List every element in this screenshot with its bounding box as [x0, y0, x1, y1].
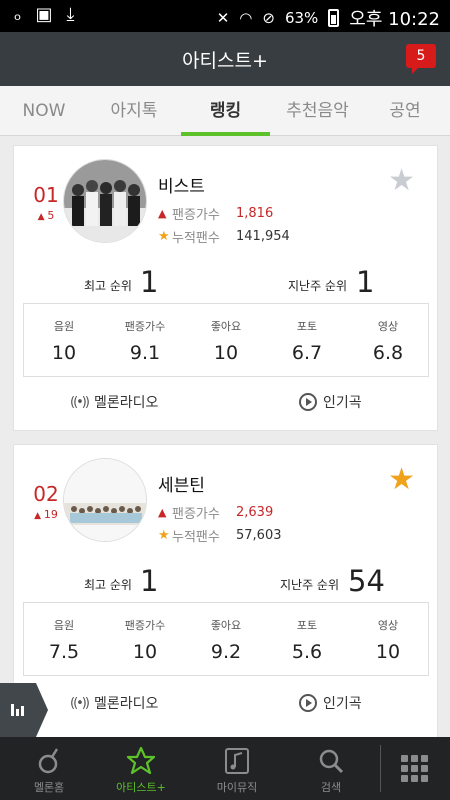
download-icon: ⤓ — [66, 4, 75, 25]
artist-card[interactable]: 01 5 비스트 ★ ▲ 팬증가수 1,816 ★ 누적팬수 141,954 최… — [13, 145, 438, 431]
score-table: 음원 10 팬증가수 9.1 좋아요 10 포토 6.7 영상 6.8 — [23, 303, 429, 377]
arrow-up-icon: ▲ — [158, 506, 167, 519]
mute-icon: ✕ — [216, 9, 230, 27]
rank-number: 02 — [33, 482, 59, 506]
battery-percent: 63% — [284, 9, 319, 27]
best-rank-value: 1 — [140, 564, 159, 598]
app-notification-icon: ▣ — [35, 4, 53, 25]
best-rank-value: 1 — [140, 265, 159, 299]
wifi-icon: ◠ — [239, 9, 253, 27]
nav-melon-home[interactable]: 멜론홈 — [4, 737, 94, 800]
artist-photo[interactable] — [63, 159, 147, 243]
last-week-rank-value: 1 — [356, 265, 375, 299]
star-filled-icon[interactable]: ★ — [388, 465, 415, 495]
score-table: 음원 7.5 팬증가수 10 좋아요 9.2 포토 5.6 영상 10 — [23, 602, 429, 676]
radio-icon: ((•)) — [70, 394, 90, 410]
my-music-icon — [192, 743, 282, 779]
card-actions: ((•)) 멜론라디오 인기곡 — [14, 392, 439, 416]
melon-home-icon — [4, 743, 94, 779]
search-icon — [286, 743, 376, 779]
rank-change: 19 — [24, 508, 68, 521]
total-fans-stat: ★ 누적팬수 57,603 — [158, 528, 282, 545]
rank-history: 최고 순위 1 지난주 순위 1 — [84, 265, 375, 299]
card-actions: ((•)) 멜론라디오 인기곡 — [14, 693, 439, 717]
rank-number: 01 — [33, 183, 59, 207]
bar-chart-icon — [11, 702, 24, 716]
fan-increase-stat: ▲ 팬증가수 2,639 — [158, 505, 274, 522]
tab-bar: NOW 아지톡 랭킹 추천음악 공연 — [0, 86, 450, 136]
nav-divider — [380, 745, 381, 792]
popular-songs-button[interactable]: 인기곡 — [299, 693, 362, 713]
total-fans-stat: ★ 누적팬수 141,954 — [158, 229, 290, 246]
artist-photo[interactable] — [63, 458, 147, 542]
do-not-disturb-icon: ⊘ — [262, 9, 275, 27]
star-icon: ★ — [158, 229, 170, 244]
rank-history: 최고 순위 1 지난주 순위 54 — [84, 564, 385, 598]
tab-ranking[interactable]: 랭킹 — [181, 86, 270, 136]
page-title: 아티스트+ — [182, 50, 268, 72]
grid-menu-icon[interactable] — [401, 755, 428, 782]
last-week-rank-value: 54 — [348, 564, 385, 598]
artist-card[interactable]: 02 19 세븐틴 ★ ▲ 팬증가수 2,639 ★ 누적팬수 57,603 최… — [13, 444, 438, 740]
nav-search[interactable]: 검색 — [286, 737, 376, 800]
rank-block: 02 19 — [24, 482, 68, 521]
play-icon — [299, 694, 317, 712]
rank-block: 01 5 — [24, 183, 68, 222]
play-icon — [299, 393, 317, 411]
star-icon: ★ — [158, 528, 170, 543]
popular-songs-button[interactable]: 인기곡 — [299, 392, 362, 412]
clock: 오후 10:22 — [349, 9, 440, 30]
nav-my-music[interactable]: 마이뮤직 — [192, 737, 282, 800]
notification-badge[interactable]: 5 — [406, 44, 436, 74]
nav-artist-plus[interactable]: 아티스트+ — [96, 737, 186, 800]
melon-radio-button[interactable]: ((•)) 멜론라디오 — [70, 392, 158, 412]
melon-notification-icon: ₒ — [14, 4, 22, 25]
tab-ajitalk[interactable]: 아지톡 — [94, 86, 174, 136]
status-bar: ₒ ▣ ⤓ ✕ ◠ ⊘ 63% 오후 10:22 — [0, 0, 450, 32]
melon-radio-button[interactable]: ((•)) 멜론라디오 — [70, 693, 158, 713]
star-outline-icon — [96, 743, 186, 779]
artist-name[interactable]: 세븐틴 — [158, 471, 205, 496]
bottom-nav: 멜론홈 아티스트+ 마이뮤직 검색 — [0, 737, 450, 800]
artist-name[interactable]: 비스트 — [158, 172, 205, 197]
star-outline-icon[interactable]: ★ — [388, 166, 415, 196]
rank-change: 5 — [24, 209, 68, 222]
tab-recommended[interactable]: 추천음악 — [275, 86, 360, 136]
arrow-up-icon: ▲ — [158, 207, 167, 220]
tab-now[interactable]: NOW — [4, 86, 84, 136]
battery-icon — [328, 9, 340, 27]
app-header: 아티스트+ 5 — [0, 32, 450, 86]
radio-icon: ((•)) — [70, 695, 90, 711]
tab-concerts[interactable]: 공연 — [370, 86, 440, 136]
fan-increase-stat: ▲ 팬증가수 1,816 — [158, 206, 274, 223]
